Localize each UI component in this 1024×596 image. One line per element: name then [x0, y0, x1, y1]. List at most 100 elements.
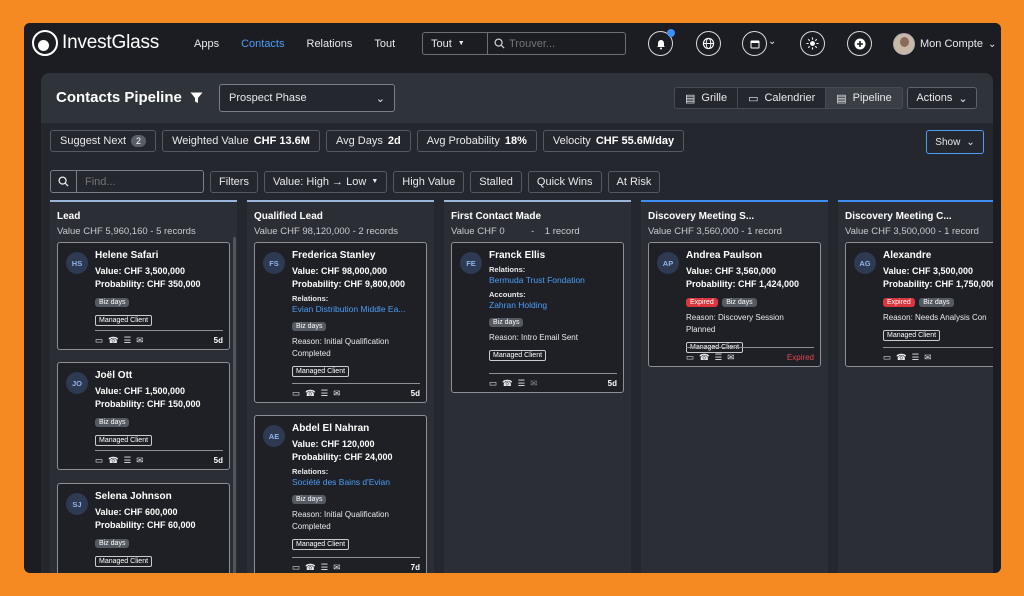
card-icon[interactable]: ▭	[292, 563, 300, 572]
card-icon[interactable]: ▭	[292, 389, 300, 398]
contact-name[interactable]: Alexandre	[883, 250, 993, 261]
card-icon[interactable]: ▭	[686, 353, 694, 362]
caret-down-icon: ▼	[457, 40, 465, 47]
weighted-value-stat: Weighted Value CHF 13.6M	[162, 130, 320, 152]
phone-icon[interactable]: ☎	[305, 389, 316, 398]
card-footer: ▭ ☎ ☰ ✉ 5d	[95, 330, 223, 345]
task-list-icon[interactable]: ☰	[124, 336, 132, 345]
caret-down-icon: ▼	[371, 178, 379, 185]
avatar: AP	[657, 252, 679, 274]
task-list-icon[interactable]: ☰	[321, 563, 329, 572]
sun-icon[interactable]	[800, 31, 825, 56]
card-icon[interactable]: ▭	[489, 379, 497, 388]
calendar-chevron-icon[interactable]: ⌄	[768, 36, 776, 47]
global-search[interactable]	[488, 32, 626, 55]
global-search-input[interactable]	[509, 37, 619, 50]
view-pipeline-button[interactable]: ▤ Pipeline	[826, 88, 902, 108]
contact-card[interactable]: FS Frederica Stanley Value: CHF 98,000,0…	[254, 242, 427, 403]
contact-name[interactable]: Abdel El Nahran	[292, 423, 420, 434]
contact-card[interactable]: AE Abdel El Nahran Value: CHF 120,000 Pr…	[254, 415, 427, 573]
contact-name[interactable]: Selena Johnson	[95, 491, 223, 502]
email-icon[interactable]: ✉	[333, 389, 340, 398]
column-scrollbar[interactable]	[233, 237, 236, 573]
phone-icon[interactable]: ☎	[502, 379, 513, 388]
show-button[interactable]: Show ⌄	[926, 130, 984, 154]
contact-name[interactable]: Joël Ott	[95, 370, 223, 381]
phone-icon[interactable]: ☎	[896, 353, 907, 362]
nav-tout[interactable]: Tout	[374, 38, 395, 50]
contact-card[interactable]: AG Alexandre Value: CHF 3,500,000 Probab…	[845, 242, 993, 367]
relation-link[interactable]: Société des Bains d'Evian	[292, 476, 420, 488]
nav-contacts[interactable]: Contacts	[241, 38, 284, 50]
filter-icon[interactable]	[190, 92, 203, 104]
phone-icon[interactable]: ☎	[108, 336, 119, 345]
filters-button[interactable]: Filters	[210, 170, 258, 193]
sort-select[interactable]: Value: High → Low ▼	[263, 170, 388, 193]
card-probability: Probability: CHF 1,424,000	[686, 279, 800, 289]
email-icon[interactable]: ✉	[530, 379, 537, 388]
managed-client-badge: Managed Client	[95, 556, 153, 567]
task-list-icon[interactable]: ☰	[124, 456, 132, 465]
globe-icon[interactable]	[696, 31, 721, 56]
card-footer: ▭ ☎ ☰ ✉	[883, 347, 993, 361]
at-risk-filter[interactable]: At Risk	[607, 170, 661, 193]
email-icon[interactable]: ✉	[727, 353, 734, 362]
email-icon[interactable]: ✉	[333, 563, 340, 572]
suggest-next-button[interactable]: Suggest Next 2	[50, 130, 157, 152]
card-value: Value: CHF 120,000	[292, 439, 375, 449]
task-list-icon[interactable]: ☰	[321, 389, 329, 398]
column-summary: Value CHF 0 - 1 record	[451, 226, 580, 237]
email-icon[interactable]: ✉	[136, 456, 143, 465]
account-link[interactable]: Zahran Holding	[489, 299, 617, 311]
quick-wins-filter[interactable]: Quick Wins	[527, 170, 602, 193]
nav-apps[interactable]: Apps	[194, 38, 219, 50]
avg-probability-stat: Avg Probability 18%	[416, 130, 537, 152]
view-grille-button[interactable]: ▤ Grille	[675, 88, 739, 108]
days-in-stage: 5d	[213, 455, 223, 465]
email-icon[interactable]: ✉	[924, 353, 931, 362]
nav-relations[interactable]: Relations	[307, 38, 353, 50]
managed-client-badge: Managed Client	[292, 539, 350, 550]
email-icon[interactable]: ✉	[136, 336, 143, 345]
card-icon[interactable]: ▭	[95, 456, 103, 465]
relation-link[interactable]: Evian Distribution Middle Ea...	[292, 303, 420, 315]
avatar: AG	[854, 252, 876, 274]
phone-icon[interactable]: ☎	[699, 353, 710, 362]
high-value-filter[interactable]: High Value	[393, 170, 465, 193]
biz-days-tag: Biz days	[489, 318, 524, 327]
phone-icon[interactable]: ☎	[305, 563, 316, 572]
account-menu[interactable]: Mon Compte ⌄	[893, 33, 996, 55]
velocity-value: CHF 55.6M/day	[595, 135, 675, 147]
task-list-icon[interactable]: ☰	[715, 353, 723, 362]
contact-name[interactable]: Frederica Stanley	[292, 250, 420, 261]
stalled-filter[interactable]: Stalled	[470, 170, 522, 193]
card-icon[interactable]: ▭	[95, 336, 103, 345]
contact-card[interactable]: HS Helene Safari Value: CHF 3,500,000 Pr…	[57, 242, 230, 350]
card-reason: Reason: Needs Analysis Con	[883, 313, 987, 322]
contact-card[interactable]: FE Franck Ellis Relations: Bermuda Trust…	[451, 242, 624, 393]
find-input[interactable]	[77, 171, 203, 192]
relations-label: Relations:	[292, 467, 329, 476]
task-list-icon[interactable]: ☰	[912, 353, 920, 362]
find-search[interactable]	[50, 170, 204, 193]
calendar-icon[interactable]	[742, 31, 767, 56]
contact-name[interactable]: Helene Safari	[95, 250, 223, 261]
card-value: Value: CHF 3,560,000	[686, 266, 777, 276]
actions-button[interactable]: Actions ⌄	[907, 87, 977, 109]
phone-icon[interactable]: ☎	[108, 456, 119, 465]
plus-icon[interactable]	[847, 31, 872, 56]
contact-card[interactable]: AP Andrea Paulson Value: CHF 3,560,000 P…	[648, 242, 821, 367]
contact-name[interactable]: Franck Ellis	[489, 250, 617, 261]
search-scope-select[interactable]: Tout ▼	[422, 32, 488, 55]
task-list-icon[interactable]: ☰	[518, 379, 526, 388]
contact-name[interactable]: Andrea Paulson	[686, 250, 814, 261]
phase-select[interactable]: Prospect Phase ⌄	[219, 84, 395, 112]
contact-card[interactable]: SJ Selena Johnson Value: CHF 600,000 Pro…	[57, 483, 230, 573]
view-calendrier-button[interactable]: ▭ Calendrier	[738, 88, 827, 108]
contact-card[interactable]: JO Joël Ott Value: CHF 1,500,000 Probabi…	[57, 362, 230, 470]
bell-icon[interactable]	[648, 29, 675, 56]
column-title: Lead	[57, 211, 81, 222]
logo[interactable]: InvestGlass	[32, 30, 159, 56]
card-icon[interactable]: ▭	[883, 353, 891, 362]
relation-link[interactable]: Bermuda Trust Fondation	[489, 274, 617, 286]
